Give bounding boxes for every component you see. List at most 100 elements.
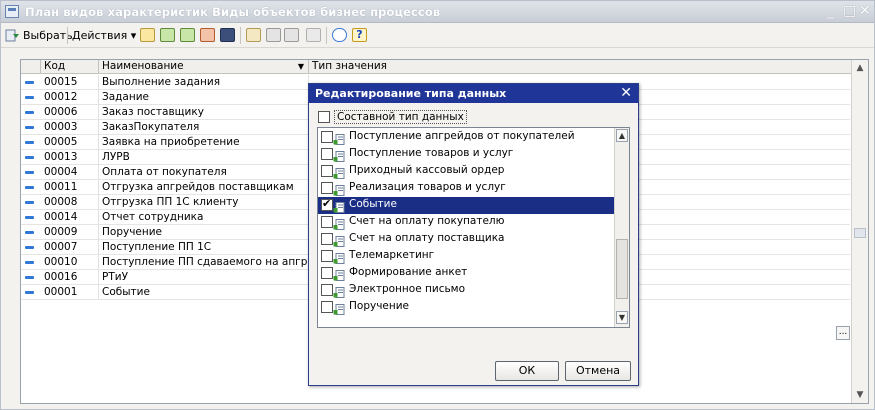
grid-vertical-scrollbar[interactable]: ▲ ▼ — [851, 60, 868, 403]
cell-code: 00008 — [41, 195, 99, 210]
scroll-up-icon[interactable]: ▲ — [853, 61, 867, 75]
type-checkbox[interactable] — [321, 267, 333, 279]
list-scroll-down-icon[interactable]: ▼ — [616, 311, 628, 324]
column-header-type[interactable]: Тип значения — [309, 60, 850, 74]
type-list-scrollbar[interactable]: ▲ ▼ — [614, 128, 629, 327]
type-checkbox[interactable] — [321, 131, 333, 143]
select-button[interactable]: Выбрать — [5, 27, 73, 44]
type-checkbox[interactable] — [321, 165, 333, 177]
type-list-item[interactable]: Поступление товаров и услуг — [318, 146, 615, 163]
type-checkbox[interactable] — [321, 216, 333, 228]
cell-code: 00007 — [41, 240, 99, 255]
composite-type-checkbox[interactable] — [318, 111, 330, 123]
row-marker-icon — [25, 231, 34, 234]
row-marker-icon — [25, 201, 34, 204]
scroll-thumb[interactable] — [854, 228, 866, 238]
help-icon[interactable]: ? — [352, 28, 367, 42]
clear-filter-icon[interactable] — [306, 28, 321, 42]
add-icon[interactable] — [140, 28, 155, 42]
type-checkbox[interactable] — [321, 284, 333, 296]
column-header-code[interactable]: Код — [41, 60, 99, 74]
row-marker-icon — [25, 141, 34, 144]
list-scroll-up-icon[interactable]: ▲ — [616, 129, 628, 142]
type-checkbox[interactable] — [321, 182, 333, 194]
edit-data-type-dialog: Редактирование типа данных ✕ Составной т… — [308, 83, 639, 386]
document-icon — [333, 219, 345, 230]
type-checkbox[interactable] — [321, 197, 333, 211]
type-list-item[interactable]: Поступление апгрейдов от покупателей — [318, 129, 615, 146]
type-list-item[interactable]: Приходный кассовый ордер — [318, 163, 615, 180]
cell-name: ЛУРВ — [99, 150, 309, 165]
cell-code: 00005 — [41, 135, 99, 150]
document-icon — [333, 134, 345, 145]
type-checkbox[interactable] — [321, 233, 333, 245]
type-checkbox[interactable] — [321, 301, 333, 313]
maximize-button[interactable]: □ — [843, 3, 856, 19]
document-icon — [333, 202, 345, 213]
sort-desc-icon: ▼ — [297, 62, 304, 71]
cell-name: Поручение — [99, 225, 309, 240]
select-label: Выбрать — [23, 29, 73, 42]
close-button[interactable]: ✕ — [859, 3, 871, 19]
ok-button[interactable]: ОК — [495, 361, 559, 381]
toolbar-separator — [240, 27, 241, 44]
title-bar: План видов характеристик Виды объектов б… — [1, 1, 874, 23]
save-icon[interactable] — [220, 28, 235, 42]
window-icon — [5, 5, 19, 18]
cell-code: 00006 — [41, 105, 99, 120]
document-icon — [333, 270, 345, 281]
type-checkbox[interactable] — [321, 250, 333, 262]
type-label: Электронное письмо — [349, 283, 465, 295]
row-marker-icon — [25, 171, 34, 174]
type-checkbox[interactable] — [321, 148, 333, 160]
actions-menu[interactable]: Действия ▾ — [72, 27, 136, 44]
edit-icon[interactable] — [180, 28, 195, 42]
ellipsis-button[interactable]: ... — [836, 326, 850, 340]
copy-icon[interactable] — [160, 28, 175, 42]
type-label: Событие — [349, 198, 397, 210]
type-list[interactable]: Поступление апгрейдов от покупателей Пост… — [317, 127, 630, 328]
main-window: План видов характеристик Виды объектов б… — [0, 0, 875, 410]
type-list-item[interactable]: Телемаркетинг — [318, 248, 615, 265]
column-header-name[interactable]: Наименование ▼ — [99, 60, 309, 74]
filter-icon[interactable] — [284, 28, 299, 42]
cell-name: Отгрузка ПП 1С клиенту — [99, 195, 309, 210]
type-label: Поступление апгрейдов от покупателей — [349, 130, 575, 142]
type-list-item[interactable]: Электронное письмо — [318, 282, 615, 299]
type-label: Реализация товаров и услуг — [349, 181, 506, 193]
cancel-button[interactable]: Отмена — [565, 361, 631, 381]
document-icon — [333, 304, 345, 315]
cell-code: 00003 — [41, 120, 99, 135]
delete-icon[interactable] — [200, 28, 215, 42]
grid-header: Код Наименование ▼ Тип значения — [21, 60, 868, 74]
type-list-item[interactable]: Поручение — [318, 299, 615, 316]
cell-code: 00014 — [41, 210, 99, 225]
cell-name: Заявка на приобретение — [99, 135, 309, 150]
cell-name: Оплата от покупателя — [99, 165, 309, 180]
cell-name: Отгрузка апгрейдов поставщикам — [99, 180, 309, 195]
dialog-title: Редактирование типа данных — [315, 87, 507, 100]
document-icon — [333, 151, 345, 162]
type-label: Счет на оплату покупателю — [349, 215, 505, 227]
type-list-item[interactable]: Счет на оплату поставщика — [318, 231, 615, 248]
list-icon[interactable] — [266, 28, 281, 42]
type-label: Поручение — [349, 300, 410, 312]
type-list-item[interactable]: Формирование анкет — [318, 265, 615, 282]
type-list-item[interactable]: Реализация товаров и услуг — [318, 180, 615, 197]
type-list-item[interactable]: Событие — [318, 197, 615, 214]
cell-name: ЗаказПокупателя — [99, 120, 309, 135]
list-scroll-thumb[interactable] — [616, 239, 628, 299]
scroll-down-icon[interactable]: ▼ — [853, 388, 867, 402]
row-marker-icon — [25, 216, 34, 219]
cell-code: 00012 — [41, 90, 99, 105]
type-label: Приходный кассовый ордер — [349, 164, 505, 176]
cell-name: Выполнение задания — [99, 75, 309, 90]
minimize-button[interactable]: _ — [827, 3, 834, 19]
dialog-close-icon[interactable]: ✕ — [620, 84, 632, 102]
marker-column-header — [21, 60, 41, 74]
type-list-item[interactable]: Счет на оплату покупателю — [318, 214, 615, 231]
actions-label: Действия ▾ — [72, 29, 137, 42]
column-header-name-label: Наименование — [102, 60, 184, 72]
tree-icon[interactable] — [246, 28, 261, 42]
refresh-icon[interactable] — [332, 28, 347, 42]
